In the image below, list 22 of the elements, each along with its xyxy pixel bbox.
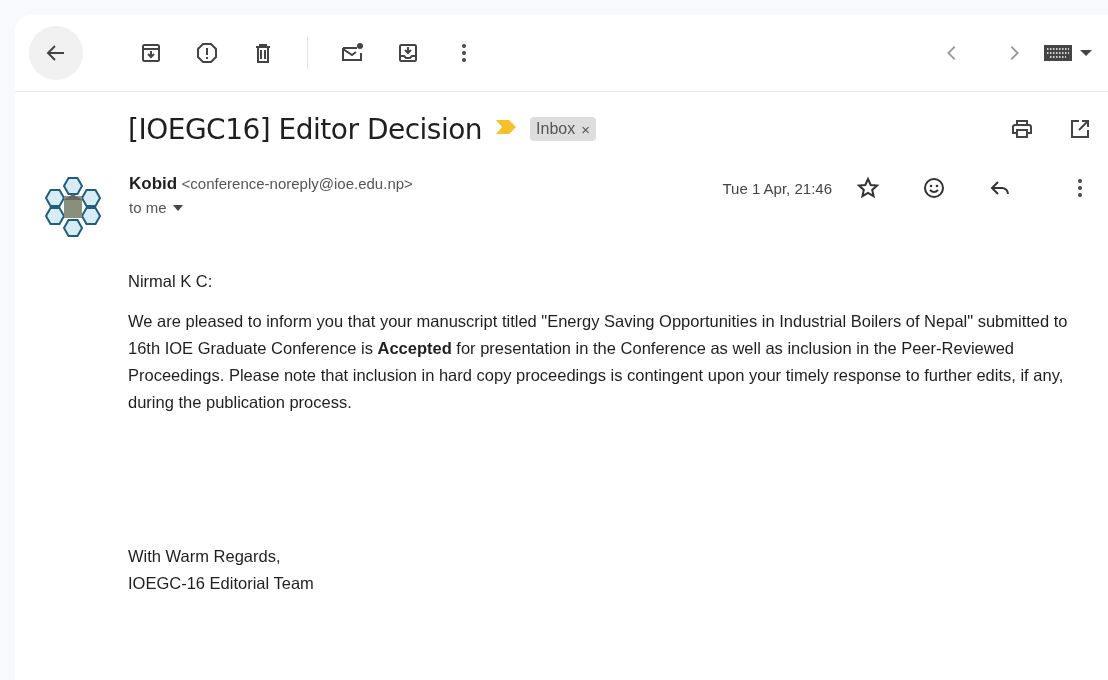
greeting: Nirmal K C:	[128, 271, 214, 292]
report-spam-icon[interactable]	[195, 41, 219, 65]
archive-icon[interactable]	[139, 41, 163, 65]
move-to-inbox-icon[interactable]	[396, 41, 420, 65]
inbox-label[interactable]: Inbox ×	[530, 117, 596, 141]
dropdown-caret-icon[interactable]	[1080, 49, 1092, 57]
important-marker-icon[interactable]	[496, 120, 517, 134]
signoff-line: With Warm Regards,	[128, 546, 282, 567]
recipients-toggle[interactable]: to me	[129, 199, 723, 216]
sender-email: <conference-noreply@ioe.edu.np>	[181, 175, 413, 192]
signoff-line: IOEGC-16 Editorial Team	[128, 573, 315, 594]
message-paragraph: We are pleased to inform you that your manuscript titled "Energy Saving Opportunities in Industrial Boilers of Nepal" submitted to 16th IOE Graduate Conference is Accepted for presentation in the Conference as well as inclusion in the Peer-Reviewed Proceedings. Please note that inclusion in hard copy proceedings is contingent upon your timely response to further edits, if any, during the publication process.	[128, 311, 1068, 413]
sender-name: Kobid	[129, 174, 178, 193]
email-subject: [IOEGC16] Editor Decision	[128, 112, 483, 146]
received-date: Tue 1 Apr, 21:46	[722, 179, 832, 197]
open-in-new-window-icon[interactable]	[1068, 117, 1092, 141]
keyboard-icon[interactable]	[1044, 45, 1072, 61]
print-icon[interactable]	[1010, 117, 1034, 141]
dropdown-caret-icon[interactable]	[172, 204, 183, 211]
remove-label-button[interactable]: ×	[581, 120, 590, 138]
star-icon[interactable]	[856, 176, 880, 200]
emoji-icon[interactable]	[922, 176, 946, 200]
